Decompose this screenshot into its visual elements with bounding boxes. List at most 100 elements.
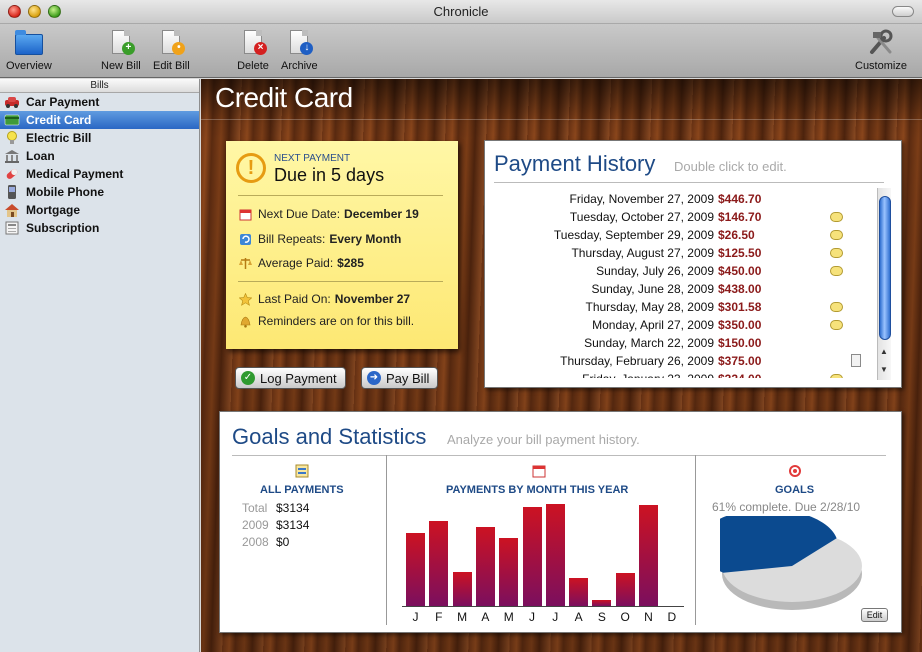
month-label: A [481,610,490,624]
payment-row[interactable]: Friday, November 27, 2009 $446.70 [485,191,877,209]
history-divider [494,182,884,183]
repeats-label: Bill Repeats: [258,232,326,246]
note-icon[interactable] [830,230,843,240]
next-due-value: December 19 [344,207,419,221]
bills-sidebar: Bills Car Payment Credit Card Electric B… [0,79,200,652]
car-icon [4,95,20,109]
goals-edit-button[interactable]: Edit [861,608,888,622]
payment-row[interactable]: Thursday, February 26, 2009 $375.00 [485,353,877,371]
payment-row[interactable]: Thursday, August 27, 2009 $125.50 [485,245,877,263]
star-icon [238,292,253,306]
title-divider [201,119,922,120]
payment-row[interactable]: Sunday, June 28, 2009 $438.00 [485,281,877,299]
note-icon[interactable] [830,320,843,330]
bank-icon [4,149,20,163]
pay-bill-label: Pay Bill [386,370,430,386]
new-document-icon: + [104,28,138,58]
sidebar-item-mortgage[interactable]: Mortgage [0,201,199,219]
sidebar-item-electric-bill[interactable]: Electric Bill [0,129,199,147]
delete-document-icon: × [236,28,270,58]
scales-icon [238,257,253,270]
payment-row[interactable]: Tuesday, September 29, 2009 $26.50 [485,227,877,245]
sidebar-item-medical-payment[interactable]: Medical Payment [0,165,199,183]
payment-row[interactable]: Thursday, May 28, 2009 $301.58 [485,299,877,317]
reminders-row: Reminders are on for this bill. [238,314,414,328]
scroll-down-arrow[interactable]: ▼ [880,365,888,374]
sidebar-item-mobile-phone[interactable]: Mobile Phone [0,183,199,201]
toolbar: Overview + New Bill • Edit Bill × Delete… [0,24,922,78]
log-payment-button[interactable]: ✓ Log Payment [235,367,346,389]
monthly-bar-chart [404,502,684,606]
sidebar-item-subscription[interactable]: Subscription [0,219,199,237]
target-icon [788,464,802,478]
archive-document-icon: ↓ [282,28,316,58]
toolbar-toggle-button[interactable] [892,6,914,17]
payment-date: Tuesday, September 29, 2009 [553,228,714,242]
month-bar [569,578,589,606]
pay-bill-button[interactable]: ➜ Pay Bill [361,367,439,389]
next-payment-note: ! NEXT PAYMENT Due in 5 days Next Due Da… [226,141,458,349]
customize-label: Customize [855,60,907,72]
edit-bill-button[interactable]: • Edit Bill [153,28,190,72]
repeats-row: Bill Repeats: Every Month [238,232,401,246]
overview-label: Overview [6,60,52,72]
checkmark-icon: ✓ [241,371,255,385]
month-label: A [574,610,583,624]
payment-date: Monday, April 27, 2009 [592,318,714,332]
attachment-icon[interactable] [851,354,861,367]
sidebar-item-loan[interactable]: Loan [0,147,199,165]
payment-history-hint: Double click to edit. [674,159,787,174]
stat-row: 2009 $3134 [242,518,310,532]
sidebar-item-credit-card[interactable]: Credit Card [0,111,199,129]
note-icon[interactable] [830,248,843,258]
last-paid-value: November 27 [334,292,411,306]
credit-card-icon [4,113,20,127]
log-payment-label: Log Payment [260,370,337,386]
stat-row: 2008 $0 [242,535,290,549]
archive-button[interactable]: ↓ Archive [281,28,318,72]
edit-bill-label: Edit Bill [153,60,190,72]
delete-button[interactable]: × Delete [236,28,270,72]
scroll-thumb[interactable] [879,196,891,340]
payment-row[interactable]: Sunday, March 22, 2009 $150.00 [485,335,877,353]
month-label: O [620,610,630,624]
overview-button[interactable]: Overview [6,28,52,72]
payment-date: Thursday, August 27, 2009 [571,246,714,260]
repeats-value: Every Month [329,232,402,246]
newspaper-icon [4,221,20,235]
note-icon[interactable] [830,302,843,312]
average-paid-row: Average Paid: $285 [238,256,364,270]
note-divider [238,195,443,196]
title-bar: Chronicle [0,0,922,24]
payment-history-list[interactable]: Friday, November 27, 2009 $446.70 Tuesday,… [485,191,877,378]
payment-date: Thursday, May 28, 2009 [585,300,714,314]
arrow-right-icon: ➜ [367,371,381,385]
goals-hint: Analyze your bill payment history. [447,432,640,447]
payment-date: Friday, January 23, 2009 [582,372,714,378]
delete-label: Delete [237,60,269,72]
sidebar-item-label: Subscription [26,221,100,235]
payment-history-title: Payment History [494,151,656,176]
payment-amount: $324.00 [718,372,761,378]
payment-date: Thursday, February 26, 2009 [560,354,714,368]
customize-button[interactable]: Customize [855,28,907,72]
note-icon[interactable] [830,374,843,378]
payment-row[interactable]: Friday, January 23, 2009 $324.00 [485,371,877,378]
folder-icon [12,28,46,58]
payment-row[interactable]: Sunday, July 26, 2009 $450.00 [485,263,877,281]
new-bill-button[interactable]: + New Bill [101,28,141,72]
sidebar-item-car-payment[interactable]: Car Payment [0,93,199,111]
goals-heading: GOALS [775,484,815,496]
history-scrollbar[interactable]: ▲ ▼ [877,188,891,380]
payment-row[interactable]: Tuesday, October 27, 2009 $146.70 [485,209,877,227]
note-icon[interactable] [830,212,843,222]
scroll-up-arrow[interactable]: ▲ [880,347,888,356]
payment-row[interactable]: Monday, April 27, 2009 $350.00 [485,317,877,335]
goal-pie-chart [720,516,862,610]
month-bar [475,527,495,606]
goals-statistics-panel: Goals and Statistics Analyze your bill p… [219,411,902,633]
payment-amount: $350.00 [718,318,762,332]
note-icon[interactable] [830,266,843,276]
month-bar [499,538,519,606]
stat-row: Total $3134 [242,501,310,515]
